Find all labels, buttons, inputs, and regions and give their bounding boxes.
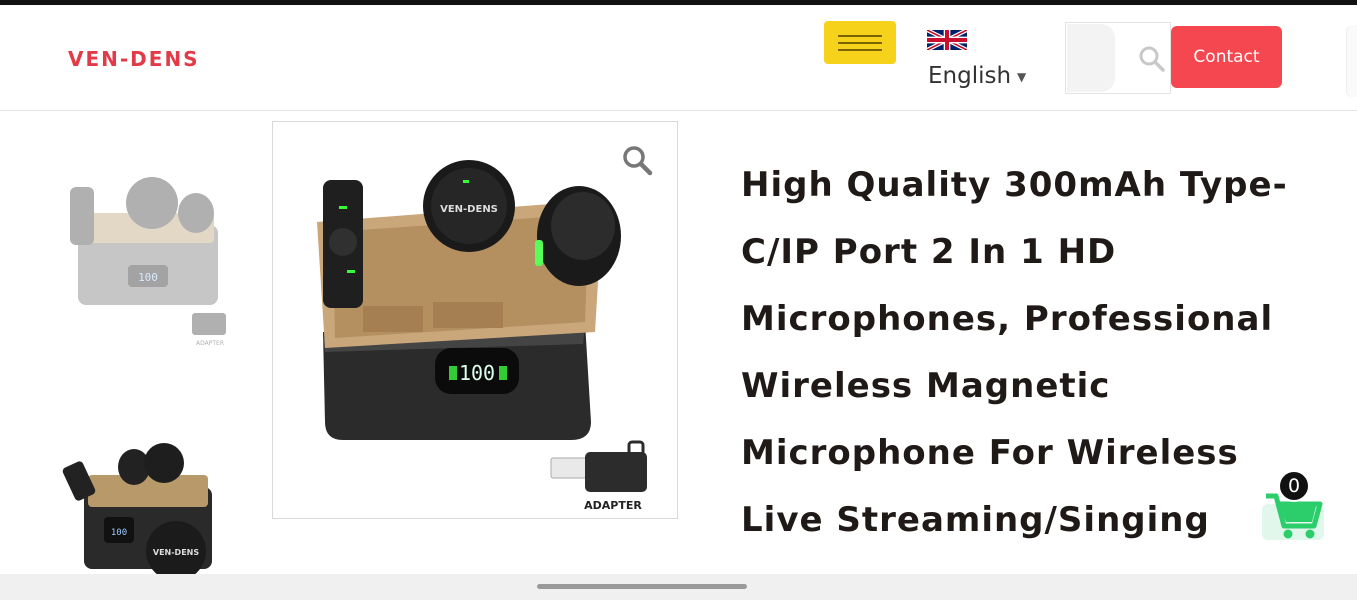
adapter-label: ADAPTER: [584, 499, 642, 512]
microphone-kit-thumbnail: 100 ADAPTER: [70, 177, 226, 347]
product-title: High Quality 300mAh Type-C/IP Port 2 In …: [741, 165, 1288, 540]
gallery-thumbnail-2[interactable]: 100 VEN-DENS: [60, 435, 220, 581]
home-handle[interactable]: [537, 584, 747, 589]
cart-button[interactable]: 0: [1258, 470, 1328, 542]
battery-display: 100: [459, 361, 495, 385]
brand-label: VEN-DENS: [153, 548, 199, 557]
system-navigation-bar: [0, 574, 1357, 600]
adapter-label: ADAPTER: [196, 340, 224, 347]
language-label: English: [928, 63, 1012, 89]
brand-label: VEN-DENS: [440, 204, 498, 215]
microphone-kit-image: VEN-DENS 100 ADAPTER: [317, 160, 647, 512]
menu-button[interactable]: [824, 21, 896, 64]
search-input[interactable]: [1067, 24, 1115, 92]
uk-flag-icon: [927, 30, 967, 50]
hamburger-icon: [838, 48, 882, 51]
gallery-thumbnail-1[interactable]: 100 ADAPTER: [60, 165, 235, 350]
side-panel-edge[interactable]: [1346, 25, 1357, 97]
site-header: VEN-DENS English ▼ Contact: [0, 5, 1357, 111]
svg-text:100: 100: [138, 271, 158, 284]
main-product-image[interactable]: VEN-DENS 100 ADAPTER: [272, 121, 678, 519]
microphone-kit-dark-thumbnail: 100 VEN-DENS: [62, 443, 212, 581]
cart-count-badge: 0: [1278, 470, 1310, 502]
language-selector[interactable]: English ▼: [927, 25, 1037, 95]
zoom-icon[interactable]: [621, 144, 653, 176]
chevron-down-icon: ▼: [1017, 70, 1027, 84]
hamburger-icon: [838, 41, 882, 44]
contact-button[interactable]: Contact: [1171, 26, 1282, 88]
hamburger-icon: [838, 34, 882, 37]
display-readout: 100: [111, 528, 127, 538]
search-box: [1065, 22, 1171, 94]
search-icon[interactable]: [1138, 45, 1166, 73]
site-logo[interactable]: VEN-DENS: [68, 47, 200, 71]
